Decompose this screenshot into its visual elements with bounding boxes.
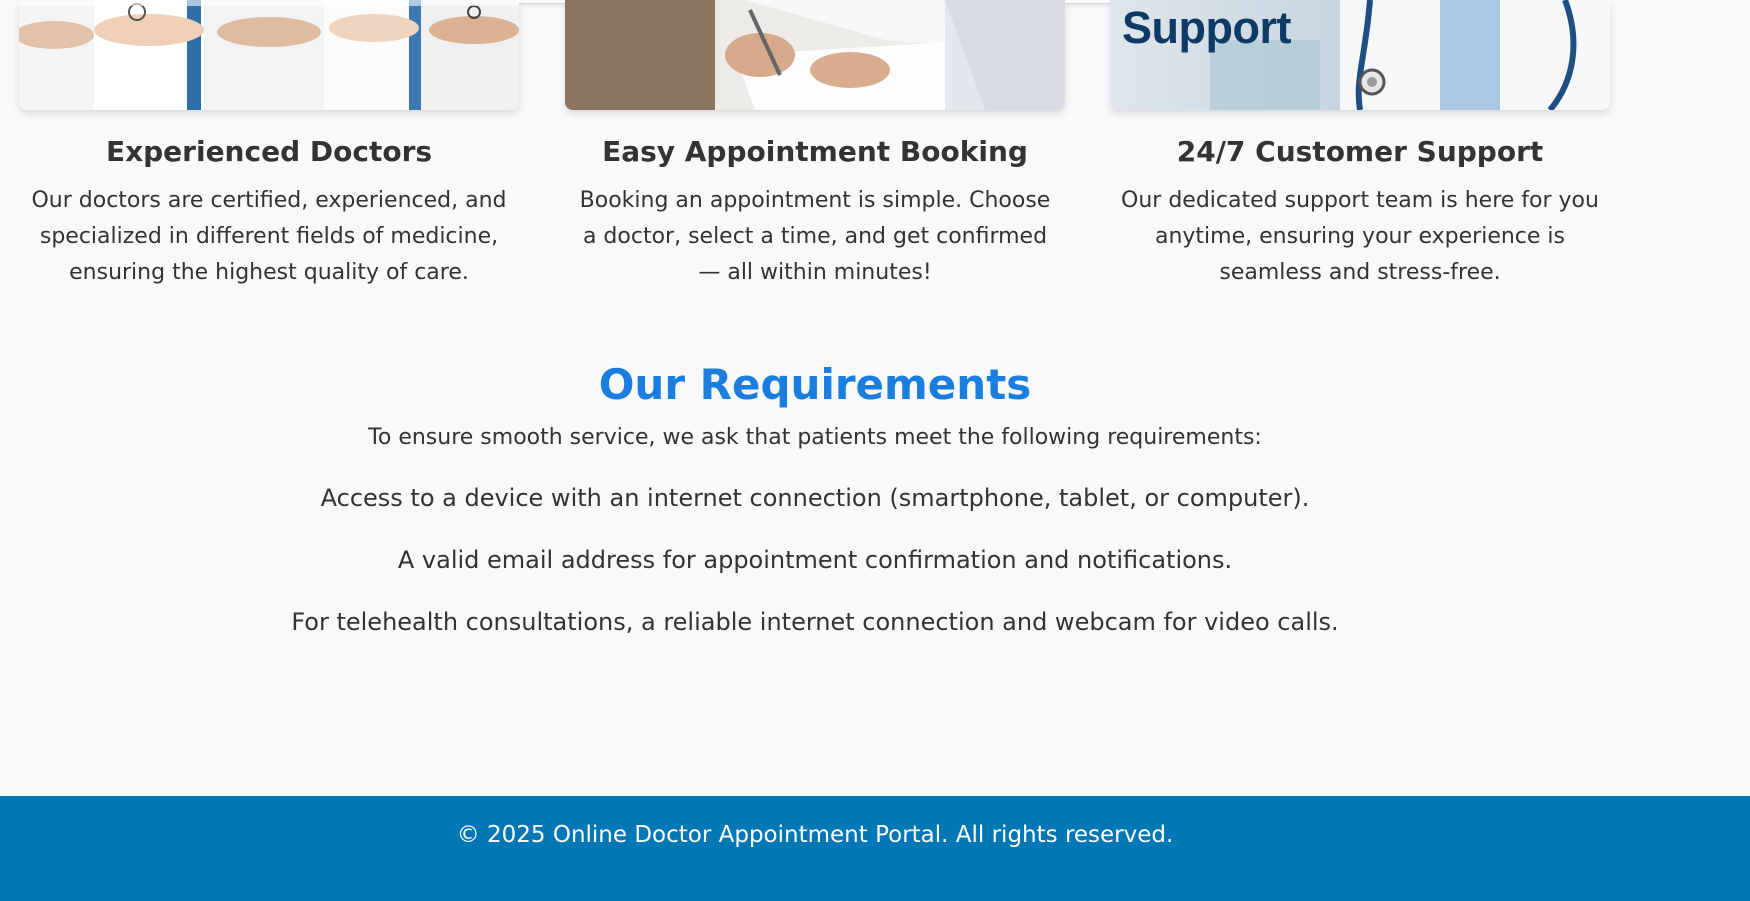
requirements-section: Our Requirements To ensure smooth servic… [0, 355, 1630, 639]
feature-description: Booking an appointment is simple. Choose… [579, 187, 1051, 285]
feature-description: Our doctors are certified, experienced, … [31, 187, 507, 285]
requirements-intro: To ensure smooth service, we ask that pa… [368, 425, 1262, 450]
feature-title: Experienced Doctors [105, 135, 433, 168]
requirement-item: A valid email address for appointment co… [397, 546, 1233, 574]
footer-copyright: © 2025 Online Doctor Appointment Portal.… [456, 822, 1174, 848]
requirement-item: Access to a device with an internet conn… [320, 484, 1310, 512]
customer-support-photo: Support [1110, 0, 1610, 110]
doctors-team-illustration [19, 0, 519, 110]
feature-description: Our dedicated support team is here for y… [1121, 187, 1599, 285]
support-image-caption: Support [1122, 2, 1291, 53]
page: Experienced Doctors Our doctors are cert… [0, 0, 1750, 901]
features-section: Experienced Doctors Our doctors are cert… [0, 0, 1750, 300]
feature-card-doctors: Experienced Doctors Our doctors are cert… [19, 0, 519, 291]
feature-title: Easy Appointment Booking [602, 135, 1028, 168]
feature-card-support: Support 24/7 Customer Support Our dedica… [1110, 0, 1610, 291]
requirements-heading: Our Requirements [598, 360, 1032, 409]
doctors-team-photo [19, 0, 519, 110]
booking-illustration [565, 0, 1065, 110]
feature-card-booking: Easy Appointment Booking Booking an appo… [565, 0, 1065, 291]
feature-title: 24/7 Customer Support [1176, 135, 1544, 168]
site-footer: © 2025 Online Doctor Appointment Portal.… [0, 796, 1750, 901]
appointment-booking-photo [565, 0, 1065, 110]
requirement-item: For telehealth consultations, a reliable… [291, 608, 1339, 636]
